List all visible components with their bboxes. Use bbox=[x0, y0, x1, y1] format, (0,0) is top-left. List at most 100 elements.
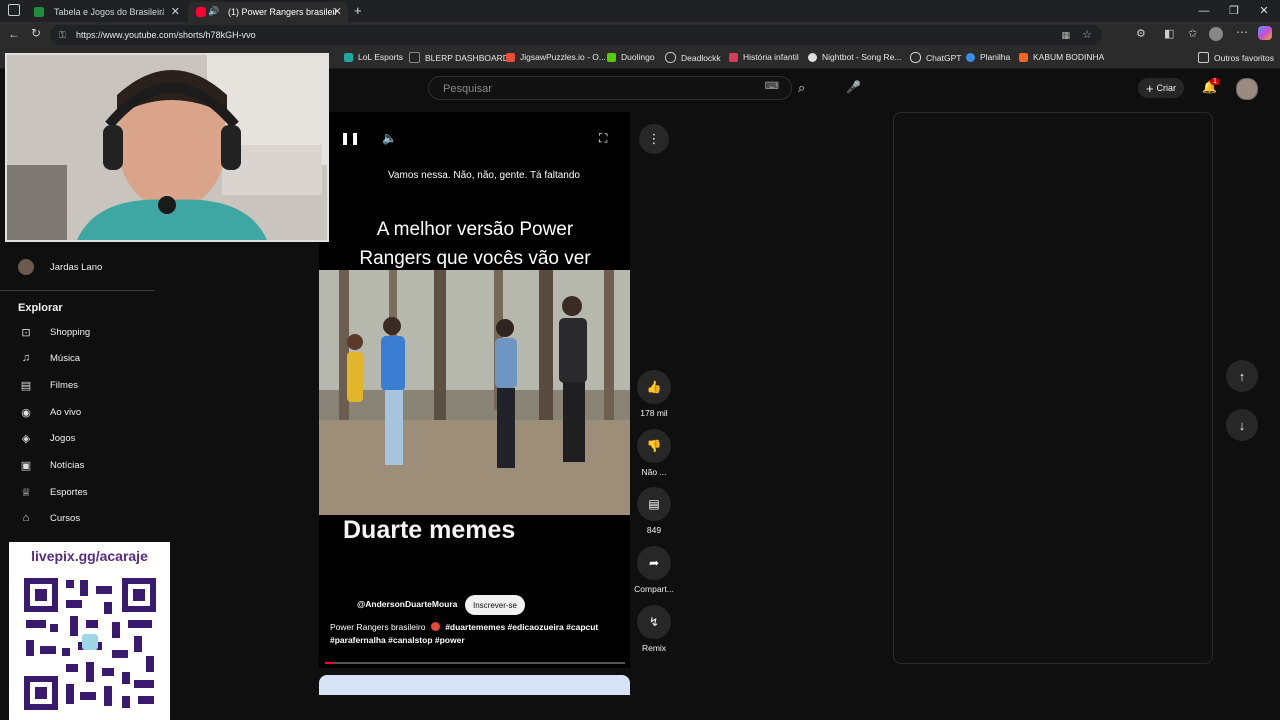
live-icon: ◉ bbox=[21, 406, 31, 419]
emoji-icon bbox=[430, 622, 440, 631]
progress-bar[interactable] bbox=[325, 662, 625, 664]
profile-avatar[interactable] bbox=[1209, 27, 1223, 41]
extensions-icon[interactable]: ⚙ bbox=[1136, 27, 1146, 40]
new-tab-icon[interactable]: + bbox=[354, 3, 362, 18]
sidebar-item-esportes[interactable]: ♕ Esportes bbox=[18, 481, 87, 503]
bookmark-historia[interactable]: História infantil bbox=[729, 52, 799, 62]
arrow-up-icon[interactable]: ↑ bbox=[1226, 360, 1258, 392]
channel-handle[interactable]: @AndersonDuarteMoura bbox=[357, 599, 457, 609]
create-button[interactable]: + Criar bbox=[1138, 78, 1184, 98]
shopping-bag-icon: ⊡ bbox=[21, 326, 31, 339]
copilot-icon[interactable] bbox=[1258, 26, 1272, 40]
notification-badge: 1 bbox=[1210, 78, 1220, 85]
folder-icon bbox=[1198, 52, 1209, 63]
progress-fill bbox=[325, 662, 334, 664]
duolingo-icon bbox=[607, 52, 616, 62]
chatgpt-icon bbox=[910, 52, 921, 63]
browser-tab-bar: Tabela e Jogos do Brasileirão Séri ✕ 🔊 (… bbox=[0, 0, 1280, 22]
close-icon[interactable]: ✕ bbox=[333, 5, 342, 18]
share-action[interactable]: ➦ Compart... bbox=[633, 546, 675, 594]
star-icon[interactable]: ☆ bbox=[1082, 25, 1092, 45]
comment-icon[interactable]: ▤ bbox=[637, 487, 671, 521]
remix-action[interactable]: ↯ Remix bbox=[633, 605, 675, 653]
donation-qr-overlay: livepix.gg/acaraje bbox=[9, 542, 170, 720]
search-input[interactable] bbox=[441, 82, 745, 96]
bookmark-kabum[interactable]: KABUM BODINHA bbox=[1019, 52, 1104, 62]
kabum-icon bbox=[1019, 52, 1028, 62]
share-icon[interactable]: ➦ bbox=[637, 546, 671, 580]
globe-icon bbox=[665, 52, 676, 63]
share-label: Compart... bbox=[634, 584, 674, 594]
arrow-down-icon[interactable]: ↓ bbox=[1226, 409, 1258, 441]
sidebar-item-musica[interactable]: ♫ Música bbox=[18, 347, 80, 369]
site-info-icon[interactable]: ⚿ bbox=[59, 25, 66, 45]
caption-title: Power Rangers brasileiro bbox=[330, 622, 426, 632]
url-text: https://www.youtube.com/shorts/h78kGH-vv… bbox=[76, 30, 256, 40]
film-icon: ▤ bbox=[20, 379, 32, 392]
close-icon[interactable]: ✕ bbox=[171, 5, 180, 18]
keyboard-icon[interactable]: ⌨ bbox=[765, 81, 779, 92]
sidebar-item-jogos[interactable]: ◈ Jogos bbox=[18, 427, 76, 449]
split-screen-icon[interactable]: ◧ bbox=[1164, 27, 1174, 40]
sidebar-item-jardas-lano[interactable]: Jardas Lano bbox=[18, 256, 102, 278]
bookmark-planilha[interactable]: Planilha bbox=[966, 52, 1010, 62]
sidebar-item-shopping[interactable]: ⊡ Shopping bbox=[18, 321, 90, 343]
tab-actions-icon[interactable] bbox=[8, 4, 20, 16]
news-icon: ▣ bbox=[20, 459, 32, 472]
puzzle-icon bbox=[506, 52, 515, 62]
bookmark-jigsaw[interactable]: JigsawPuzzles.io - O... bbox=[506, 52, 606, 62]
more-options-button[interactable]: ⋮ bbox=[639, 124, 669, 154]
restore-icon[interactable]: ❐ bbox=[1220, 2, 1248, 20]
forest-scene-image bbox=[319, 270, 630, 515]
read-aloud-icon[interactable]: ▦ bbox=[1061, 25, 1070, 45]
tab-brasileirao[interactable]: Tabela e Jogos do Brasileirão Séri ✕ bbox=[26, 2, 186, 22]
reload-icon[interactable]: ↻ bbox=[31, 26, 41, 40]
url-field[interactable]: ⚿ https://www.youtube.com/shorts/h78kGH-… bbox=[50, 25, 1102, 45]
lol-icon bbox=[344, 52, 353, 62]
bookmark-nightbot[interactable]: Nightbot - Song Re... bbox=[808, 52, 901, 62]
bookmark-deadlock[interactable]: Deadlockk bbox=[665, 52, 721, 63]
sidebar-item-noticias[interactable]: ▣ Notícias bbox=[18, 454, 85, 476]
video-caption: Power Rangers brasileiro #duartememes #e… bbox=[330, 621, 620, 647]
dislike-action[interactable]: 👎 Não ... bbox=[633, 429, 675, 477]
bookmark-lol-esports[interactable]: LoL Esports bbox=[344, 52, 403, 62]
fullscreen-icon[interactable]: ⛶ bbox=[599, 131, 607, 146]
comments-action[interactable]: ▤ 849 bbox=[633, 487, 675, 535]
speaker-icon[interactable]: 🔊 bbox=[208, 6, 219, 17]
sidebar-item-cursos[interactable]: ⌂ Cursos bbox=[18, 507, 80, 529]
search-icon[interactable]: ⌕ bbox=[798, 80, 805, 96]
bookmark-other-favorites[interactable]: Outros favoritos bbox=[1198, 52, 1274, 63]
bookmark-chatgpt[interactable]: ChatGPT bbox=[910, 52, 961, 63]
pause-icon[interactable]: ❚❚ bbox=[340, 131, 360, 145]
subscribe-button[interactable]: Inscrever-se bbox=[465, 595, 525, 615]
favorites-icon[interactable]: ✩ bbox=[1188, 27, 1197, 40]
sidebar-item-filmes[interactable]: ▤ Filmes bbox=[18, 374, 78, 396]
webcam-overlay bbox=[5, 53, 329, 242]
bookmark-duolingo[interactable]: Duolingo bbox=[607, 52, 655, 62]
sheets-icon bbox=[34, 7, 44, 17]
more-icon[interactable]: ⋯ bbox=[1236, 25, 1248, 39]
thumbs-up-icon[interactable]: 👍 bbox=[637, 370, 671, 404]
volume-icon[interactable]: 🔈 bbox=[382, 131, 397, 145]
channel-avatar bbox=[18, 259, 34, 275]
music-icon: ♫ bbox=[21, 352, 31, 364]
like-action[interactable]: 👍 178 mil bbox=[633, 370, 675, 418]
thumbs-down-icon[interactable]: 👎 bbox=[637, 429, 671, 463]
sidebar-item-ao-vivo[interactable]: ◉ Ao vivo bbox=[18, 401, 81, 423]
minimize-icon[interactable]: — bbox=[1190, 2, 1218, 20]
blerp-icon bbox=[409, 52, 420, 63]
comments-panel bbox=[893, 112, 1213, 664]
tab-youtube[interactable]: 🔊 (1) Power Rangers brasileiro ✕ bbox=[188, 2, 348, 22]
bookmark-blerp[interactable]: BLERP DASHBOARD bbox=[409, 52, 509, 63]
back-icon[interactable]: ← bbox=[8, 27, 20, 41]
microphone-icon[interactable]: 🎤 bbox=[846, 80, 861, 94]
search-box[interactable]: ⌨ bbox=[428, 76, 792, 100]
next-short-preview[interactable] bbox=[319, 675, 630, 695]
graduation-icon: ⌂ bbox=[22, 512, 30, 524]
remix-icon[interactable]: ↯ bbox=[637, 605, 671, 639]
nightbot-icon bbox=[808, 52, 817, 62]
trophy-icon: ♕ bbox=[21, 486, 31, 499]
plus-icon: + bbox=[1145, 80, 1154, 96]
account-avatar[interactable] bbox=[1236, 78, 1258, 100]
close-window-icon[interactable]: ✕ bbox=[1250, 2, 1278, 20]
